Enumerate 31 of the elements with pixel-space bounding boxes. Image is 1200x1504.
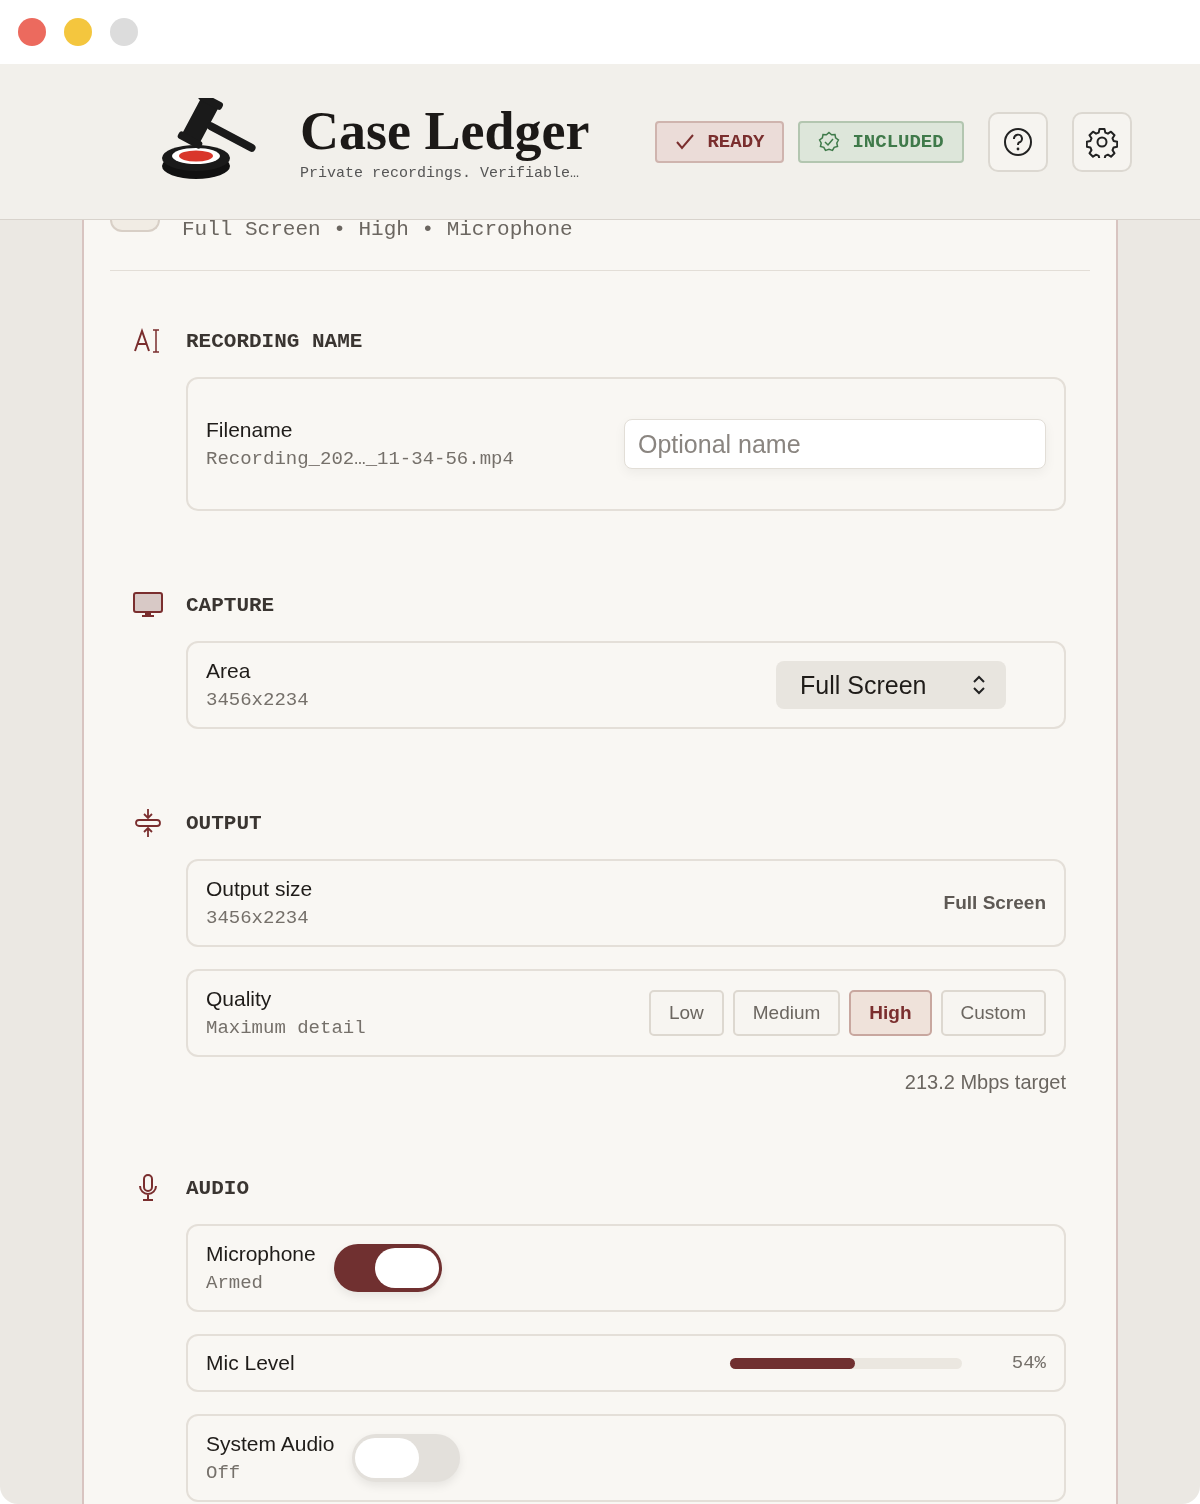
app-tagline: Private recordings. Verifiable…	[300, 165, 581, 182]
setting-detail: Recording_202…_11-34-56.mp4	[206, 448, 514, 470]
setting-label: Microphone	[206, 1242, 316, 1266]
quality-option[interactable]: Low	[648, 990, 724, 1036]
app-title: Case Ledger	[300, 101, 590, 161]
setting-detail: 3456x2234	[206, 689, 309, 711]
setting-detail: Maximum detail	[206, 1017, 366, 1039]
setting-detail: 3456x2234	[206, 907, 310, 929]
setting-label: Filename	[206, 418, 294, 442]
section-title: RECORDING NAME	[186, 329, 363, 353]
section-title: CAPTURE	[186, 593, 275, 617]
included-badge: INCLUDED	[798, 120, 964, 163]
setting-label: System Audio	[206, 1432, 335, 1456]
quality-option[interactable]: High	[849, 990, 932, 1036]
setting-detail: Off	[206, 1462, 242, 1484]
section-title: OUTPUT	[186, 811, 262, 835]
quality-option[interactable]: Custom	[940, 990, 1046, 1036]
quality-option[interactable]: Medium	[732, 990, 841, 1036]
setting-detail: Armed	[206, 1272, 264, 1294]
setting-value: Full Screen	[943, 892, 1046, 914]
summary-text: Full Screen • High • Microphone	[182, 218, 573, 241]
level-reading: 54%	[1011, 1352, 1046, 1374]
name-input-field[interactable]: Optional name	[624, 419, 1046, 469]
area-dropdown[interactable]: Full Screen	[776, 661, 1006, 709]
setting-label: Area	[206, 659, 252, 683]
setting-label: Quality	[206, 987, 273, 1011]
setting-label: Mic Level	[206, 1351, 295, 1375]
bitrate-note: 213.2 Mbps target	[903, 1071, 1066, 1094]
section-title: AUDIO	[186, 1176, 249, 1200]
setting-label: Output size	[206, 877, 313, 901]
ready-badge: READY	[655, 120, 785, 163]
